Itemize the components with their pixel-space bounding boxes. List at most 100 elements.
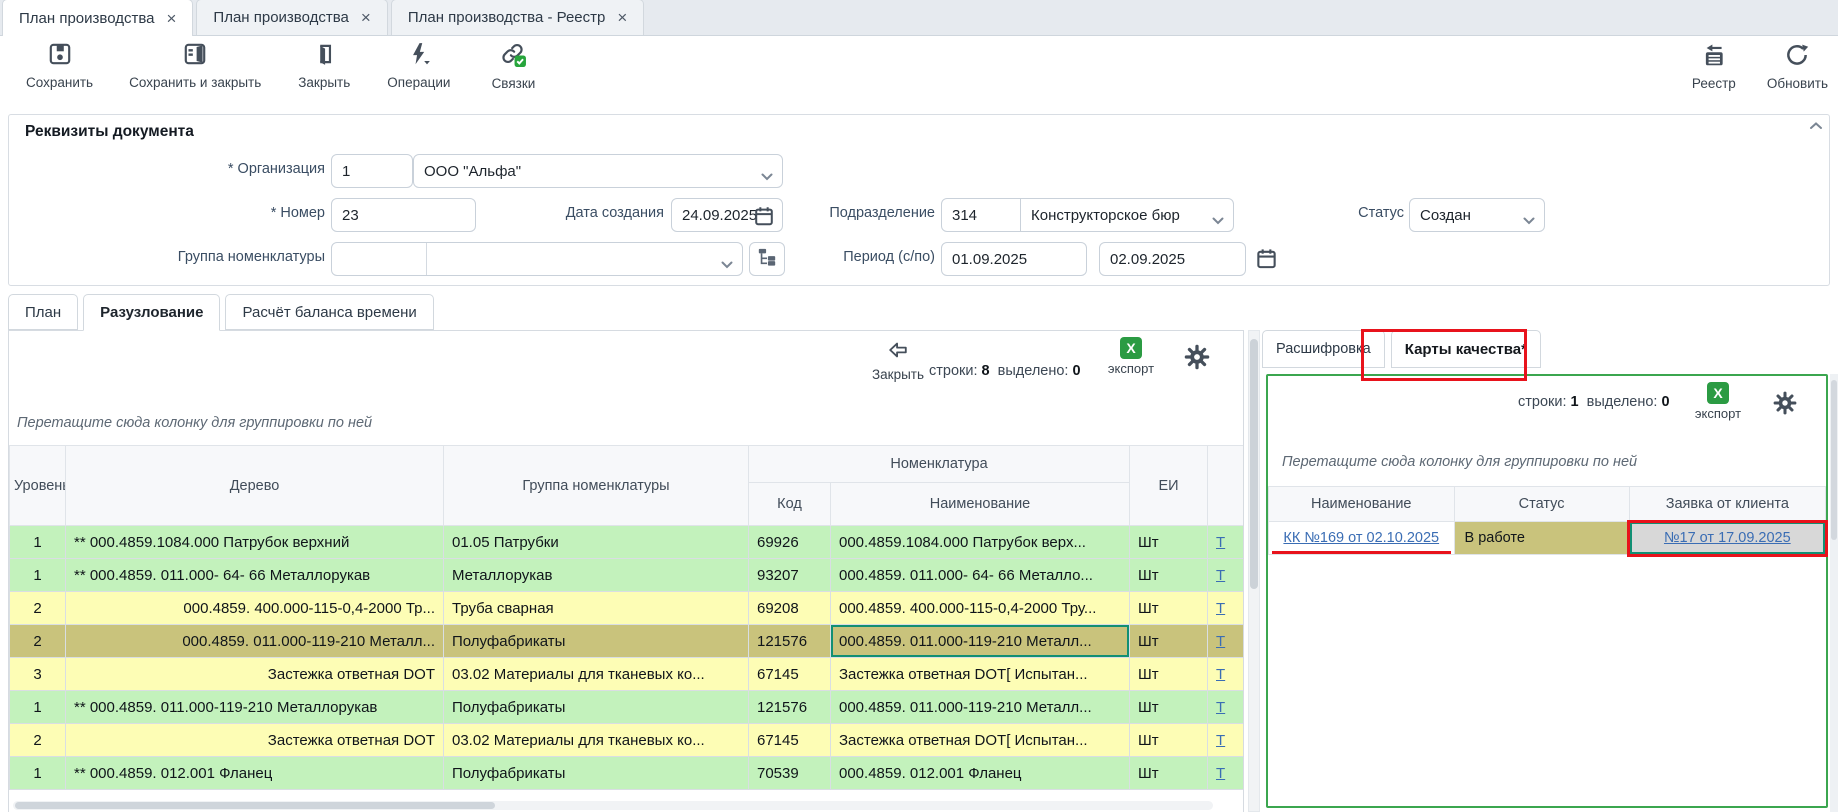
cell-group[interactable]: 03.02 Материалы для тканевых ко... [444,658,749,691]
column-header-group[interactable]: Группа номенклатуры [444,446,749,526]
tab-quality-cards[interactable]: Карты качества* [1391,330,1541,368]
vertical-scrollbar[interactable] [1248,330,1260,812]
cell-name[interactable]: Застежка ответная DOT[ Испытан... [831,724,1130,757]
grid-row[interactable]: 2000.4859. 011.000-119-210 Металл...Полу… [10,625,1245,658]
tab-plan[interactable]: План [8,294,78,330]
cell-unit[interactable]: Шт [1130,691,1208,724]
close-button[interactable]: Закрыть [297,41,351,91]
chevron-down-icon[interactable] [1523,212,1535,229]
cell-unit[interactable]: Шт [1130,757,1208,790]
window-tab-production-plan-1[interactable]: План производства × [2,0,193,36]
panel-export-button[interactable]: X экспорт [1688,382,1748,421]
cell-extra-link[interactable]: Т [1216,732,1225,749]
cell-level[interactable]: 2 [10,724,66,757]
cell-name[interactable]: 000.4859.1084.000 Патрубок верх... [831,526,1130,559]
registry-button[interactable]: Реестр [1687,42,1741,91]
nomenclature-group-select[interactable] [331,242,743,276]
status-select[interactable]: Создан [1409,198,1545,232]
cell-extra[interactable]: Т [1208,757,1245,790]
cell-extra[interactable]: Т [1208,625,1245,658]
tree-select-button[interactable] [749,242,785,276]
grid-row[interactable]: 1** 000.4859. 012.001 ФланецПолуфабрикат… [10,757,1245,790]
scrollbar-thumb[interactable] [1250,339,1258,589]
right-scrollbar[interactable] [1830,374,1838,812]
horizontal-scrollbar[interactable] [13,801,1213,810]
grid-row[interactable]: 2Застежка ответная DOT03.02 Материалы дл… [10,724,1245,757]
organization-code-field[interactable]: 1 [331,154,413,188]
column-header-name[interactable]: Наименование [1269,487,1455,522]
cell-group[interactable]: Полуфабрикаты [444,625,749,658]
period-to-field[interactable]: 02.09.2025 [1099,242,1246,276]
cell-code[interactable]: 67145 [749,724,831,757]
collapse-section-icon[interactable] [1809,118,1823,136]
department-code-field[interactable]: 314 [941,198,1021,232]
cell-name[interactable]: 000.4859. 011.000-119-210 Металл... [831,691,1130,724]
cell-tree[interactable]: Застежка ответная DOT [66,724,444,757]
calendar-icon[interactable] [1255,246,1278,276]
save-and-close-button[interactable]: Сохранить и закрыть [129,41,261,91]
column-header-tree[interactable]: Дерево [66,446,444,526]
cell-extra-link[interactable]: Т [1216,534,1225,551]
cell-client-request[interactable]: №17 от 17.09.2025 [1629,522,1825,555]
cell-tree[interactable]: 000.4859. 011.000-119-210 Металл... [66,625,444,658]
grid-row[interactable]: 1** 000.4859.1084.000 Патрубок верхний01… [10,526,1245,559]
cell-extra-link[interactable]: Т [1216,633,1225,650]
grid-row[interactable]: 2000.4859. 400.000-115-0,4-2000 Тр...Тру… [10,592,1245,625]
cell-extra-link[interactable]: Т [1216,600,1225,617]
window-tab-production-plan-registry[interactable]: План производства - Реестр × [391,0,644,35]
column-header-unit[interactable]: ЕИ [1130,446,1208,526]
operations-button[interactable]: Операции [387,41,450,91]
column-header-level[interactable]: Уровень [10,446,66,526]
cell-level[interactable]: 1 [10,559,66,592]
cell-unit[interactable]: Шт [1130,559,1208,592]
cell-tree[interactable]: ** 000.4859. 012.001 Фланец [66,757,444,790]
cell-extra[interactable]: Т [1208,724,1245,757]
cell-unit[interactable]: Шт [1130,625,1208,658]
cell-name[interactable]: 000.4859. 011.000- 64- 66 Металло... [831,559,1130,592]
cell-name[interactable]: 000.4859. 012.001 Фланец [831,757,1130,790]
cell-status[interactable]: В работе [1454,522,1629,555]
grid-settings-gear-icon[interactable] [1183,343,1211,376]
cell-code[interactable]: 69208 [749,592,831,625]
cell-level[interactable]: 1 [10,526,66,559]
column-header-code[interactable]: Код [749,483,831,526]
cell-unit[interactable]: Шт [1130,724,1208,757]
cell-extra-link[interactable]: Т [1216,666,1225,683]
cell-level[interactable]: 1 [10,757,66,790]
cell-extra-link[interactable]: Т [1216,765,1225,782]
cell-tree[interactable]: ** 000.4859.1084.000 Патрубок верхний [66,526,444,559]
quality-card-row[interactable]: КК №169 от 02.10.2025 В работе №17 от 17.0… [1269,522,1826,555]
tab-rasshifrovka[interactable]: Расшифровка [1262,330,1385,368]
cell-extra-link[interactable]: Т [1216,699,1225,716]
cell-unit[interactable]: Шт [1130,658,1208,691]
save-button[interactable]: Сохранить [26,41,93,91]
cell-client-request-link[interactable]: №17 от 17.09.2025 [1664,530,1791,546]
cell-quality-card-link[interactable]: КК №169 от 02.10.2025 [1283,530,1439,546]
number-field[interactable]: 23 [331,198,476,232]
cell-code[interactable]: 93207 [749,559,831,592]
scrollbar-thumb[interactable] [1831,380,1837,540]
cell-level[interactable]: 1 [10,691,66,724]
grid-row[interactable]: 1** 000.4859. 011.000-119-210 Металлорук… [10,691,1245,724]
cell-extra[interactable]: Т [1208,592,1245,625]
tab-razuzlovanie[interactable]: Разузлование [83,294,220,331]
tab-close-icon[interactable]: × [361,9,371,26]
cell-unit[interactable]: Шт [1130,592,1208,625]
cell-extra[interactable]: Т [1208,658,1245,691]
cell-extra-link[interactable]: Т [1216,567,1225,584]
cell-group[interactable]: 03.02 Материалы для тканевых ко... [444,724,749,757]
cell-group[interactable]: Труба сварная [444,592,749,625]
cell-tree[interactable]: Застежка ответная DOT [66,658,444,691]
cell-tree[interactable]: 000.4859. 400.000-115-0,4-2000 Тр... [66,592,444,625]
cell-extra[interactable]: Т [1208,526,1245,559]
grid-row[interactable]: 1** 000.4859. 011.000- 64- 66 Металлорук… [10,559,1245,592]
column-header-status[interactable]: Статус [1454,487,1629,522]
cell-tree[interactable]: ** 000.4859. 011.000- 64- 66 Металлорука… [66,559,444,592]
links-button[interactable]: Связки [486,41,540,91]
chevron-down-icon[interactable] [761,168,773,185]
cell-level[interactable]: 3 [10,658,66,691]
cell-level[interactable]: 2 [10,625,66,658]
scrollbar-thumb[interactable] [15,802,495,809]
window-tab-production-plan-2[interactable]: План производства × [196,0,387,35]
cell-group[interactable]: Полуфабрикаты [444,757,749,790]
